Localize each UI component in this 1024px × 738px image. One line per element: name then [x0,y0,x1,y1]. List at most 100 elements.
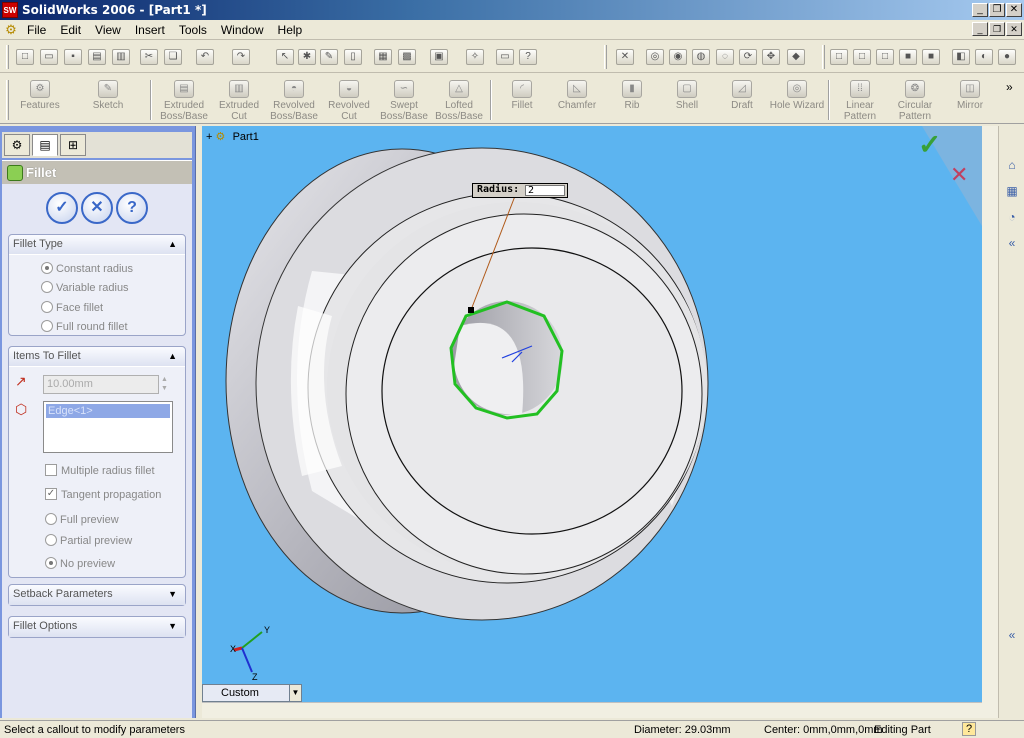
toolbar-grip[interactable] [6,80,9,120]
redo-icon[interactable]: ↷ [232,49,250,65]
extruded-boss-button[interactable]: ▤ Extruded Boss/Base [156,78,212,122]
menu-edit[interactable]: Edit [59,23,82,37]
fillet-options-header[interactable]: Fillet Options ▼ [9,617,185,637]
option-variable-radius[interactable]: Variable radius [41,281,129,294]
confirm-ok-checkmark-icon[interactable]: ✓ [918,130,948,160]
smart-dimension-icon[interactable]: ▯ [344,49,362,65]
option-partial-preview[interactable]: Partial preview [45,534,132,547]
realview-icon[interactable]: ● [998,49,1016,65]
reference-geometry-icon[interactable]: ✧ [466,49,484,65]
menu-window[interactable]: Window [220,23,265,37]
expand-arrow-icon[interactable]: ▼ [168,621,177,631]
zoom-to-selection-icon[interactable]: ◌ [716,49,734,65]
copy-icon[interactable]: ❏ [164,49,182,65]
callout-radius-input[interactable]: 2 [525,185,565,196]
zoom-to-area-icon[interactable]: ◉ [669,49,687,65]
restore-button[interactable]: ❐ [989,3,1005,17]
list-item[interactable]: Edge<1> [46,404,170,418]
toolbar-grip[interactable] [604,45,607,69]
new-document-icon[interactable]: □ [16,49,34,65]
feature-manager-tab[interactable]: ⚙ [4,134,30,156]
items-to-fillet-header[interactable]: Items To Fillet ▲ [9,347,185,367]
toolbar-grip[interactable] [6,45,9,69]
extruded-cut-button[interactable]: ▥ Extruded Cut [211,78,267,122]
ok-button[interactable]: ✓ [46,192,78,224]
select-filter-icon[interactable]: ✱ [298,49,316,65]
fillet-type-header[interactable]: Fillet Type ▲ [9,235,185,255]
vertical-scrollbar[interactable] [982,126,998,718]
close-button[interactable]: ✕ [1006,3,1022,17]
expand-left-icon[interactable]: « [1003,626,1021,644]
wireframe-icon[interactable]: □ [830,49,848,65]
configuration-manager-tab[interactable]: ⊞ [60,134,86,156]
pan-icon[interactable]: ✥ [762,49,780,65]
measure-icon[interactable]: ✕ [616,49,634,65]
radius-input[interactable]: 10.00mm [43,375,159,394]
doc-restore-button[interactable]: ❐ [989,22,1005,36]
collapse-arrow-icon[interactable]: ▲ [168,351,177,361]
cancel-button[interactable]: ✕ [81,192,113,224]
option-no-preview[interactable]: No preview [45,557,115,570]
design-library-icon[interactable]: ▦ [1003,182,1021,200]
shaded-icon[interactable]: ■ [922,49,940,65]
save-icon[interactable]: ▪ [64,49,82,65]
option-full-preview[interactable]: Full preview [45,513,119,526]
draft-button[interactable]: ◿ Draft [714,78,770,111]
option-full-round-fillet[interactable]: Full round fillet [41,320,128,333]
expand-plus-icon[interactable]: + [206,131,212,143]
chevron-down-icon[interactable]: ▼ [289,685,301,701]
hidden-lines-visible-icon[interactable]: □ [853,49,871,65]
circular-pattern-button[interactable]: ❂ Circular Pattern [887,78,943,122]
revolved-cut-button[interactable]: ◒ Revolved Cut [321,78,377,122]
sketch-icon[interactable]: ✎ [320,49,338,65]
fillet-options-group[interactable]: Fillet Options ▼ [8,616,186,638]
menu-file[interactable]: File [26,23,47,37]
solidworks-logo-icon[interactable]: ⚙ [3,22,19,38]
revolved-boss-button[interactable]: ◓ Revolved Boss/Base [266,78,322,122]
doc-minimize-button[interactable]: _ [972,22,988,36]
horizontal-scrollbar[interactable] [202,702,982,718]
chamfer-button[interactable]: ◺ Chamfer [549,78,605,111]
part-viewport[interactable]: Y X Z [202,126,982,702]
tree-root-label[interactable]: Part1 [233,131,259,143]
mirror-button[interactable]: ◫ Mirror [942,78,998,111]
toolbar-grip[interactable] [822,45,825,69]
print-preview-icon[interactable]: ▥ [112,49,130,65]
view-orientation-icon[interactable]: ◆ [787,49,805,65]
view-orientation-dropdown[interactable]: Custom ▼ [202,684,302,702]
swept-boss-button[interactable]: ∽ Swept Boss/Base [376,78,432,122]
menu-insert[interactable]: Insert [134,23,166,37]
shaded-with-edges-icon[interactable]: ■ [899,49,917,65]
fillet-button[interactable]: ◜ Fillet [494,78,550,111]
shell-button[interactable]: ▢ Shell [659,78,715,111]
options-icon[interactable]: ▩ [398,49,416,65]
section-view-icon[interactable]: ◧ [952,49,970,65]
sketch-button[interactable]: ✎ Sketch [80,78,136,111]
layout-icon[interactable]: ▣ [430,49,448,65]
expand-arrow-icon[interactable]: ▼ [168,589,177,599]
hidden-lines-removed-icon[interactable]: □ [876,49,894,65]
collapse-arrow-icon[interactable]: ▲ [168,239,177,249]
undo-icon[interactable]: ↶ [196,49,214,65]
status-help-icon[interactable]: ? [962,722,976,736]
rebuild-icon[interactable]: ▦ [374,49,392,65]
zoom-in-out-icon[interactable]: ◍ [692,49,710,65]
file-explorer-icon[interactable]: ◔ [1003,208,1021,226]
option-constant-radius[interactable]: Constant radius [41,262,133,275]
confirm-cancel-cross-icon[interactable]: ✕ [950,162,976,188]
doc-close-button[interactable]: ✕ [1006,22,1022,36]
radius-callout[interactable]: Radius: 2 [472,183,568,198]
cut-icon[interactable]: ✂ [140,49,158,65]
properties-icon[interactable]: ▭ [496,49,514,65]
radius-spinner[interactable]: ▲ ▼ [161,375,168,393]
select-arrow-icon[interactable]: ↖ [276,49,294,65]
zoom-to-fit-icon[interactable]: ◎ [646,49,664,65]
rotate-view-icon[interactable]: ⟳ [739,49,757,65]
edge-selection-list[interactable]: Edge<1> [43,401,173,453]
print-icon[interactable]: ▤ [88,49,106,65]
help-button[interactable]: ? [116,192,148,224]
menu-help[interactable]: Help [277,23,304,37]
rib-button[interactable]: ▮ Rib [604,78,660,111]
setback-parameters-group[interactable]: Setback Parameters ▼ [8,584,186,606]
setback-header[interactable]: Setback Parameters ▼ [9,585,185,605]
